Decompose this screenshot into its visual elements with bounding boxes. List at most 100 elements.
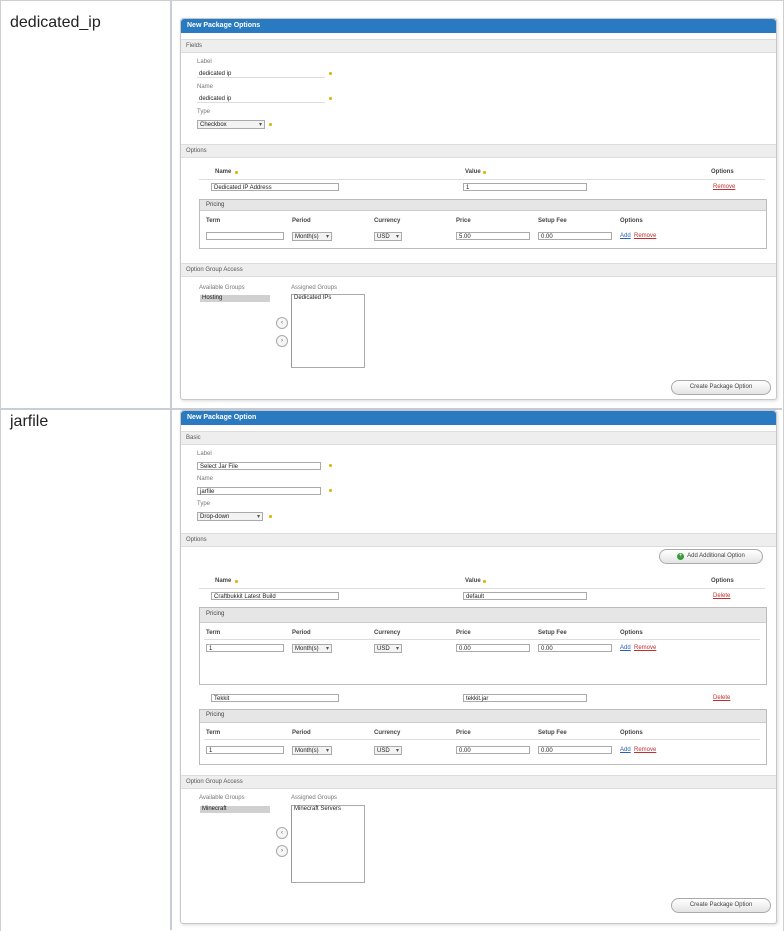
pricing-col-period: Period (292, 730, 311, 736)
create-package-option-button[interactable]: Create Package Option (671, 380, 771, 395)
pricing-title: Pricing (206, 611, 225, 617)
pricing-col-setup: Setup Fee (538, 218, 567, 224)
move-left-icon[interactable]: ‹ (276, 317, 288, 329)
add-additional-option-button[interactable]: + Add Additional Option (659, 549, 763, 564)
label-field[interactable]: dedicated ip (197, 70, 325, 78)
pricing-col-price: Price (456, 730, 471, 736)
pricing-term-input[interactable] (206, 232, 284, 240)
option-name-input[interactable]: Craftbukkit Latest Build (211, 592, 339, 600)
divider (199, 588, 765, 589)
assigned-groups-label: Assigned Groups (291, 795, 338, 801)
required-icon (269, 123, 272, 126)
move-left-icon[interactable]: ‹ (276, 827, 288, 839)
type-select[interactable]: Checkbox (197, 120, 265, 129)
required-icon (329, 489, 332, 492)
column-header-value: Value (465, 169, 481, 175)
panel-title: New Package Option (181, 411, 776, 425)
available-groups-list[interactable]: Minecraft (199, 805, 271, 883)
pricing-col-term: Term (206, 630, 221, 636)
pricing-col-options: Options (620, 218, 643, 224)
pricing-price-input[interactable]: 0.00 (456, 746, 530, 754)
pricing-add-link[interactable]: Add (620, 233, 631, 239)
option-value-input[interactable]: default (463, 592, 587, 600)
section-group-access: Option Group Access (181, 775, 776, 789)
pricing-col-period: Period (292, 630, 311, 636)
option-name-input[interactable]: Tekkit (211, 694, 339, 702)
pricing-col-price: Price (456, 630, 471, 636)
section-fields: Fields (181, 39, 776, 53)
pricing-box: Pricing Term Period Currency Price Setup… (199, 607, 767, 685)
column-header-options: Options (711, 578, 734, 584)
pricing-col-period: Period (292, 218, 311, 224)
list-item[interactable]: Dedicated IPs (292, 295, 364, 302)
type-field-label: Type (197, 109, 211, 115)
divider (199, 179, 765, 180)
required-icon (329, 72, 332, 75)
pricing-term-input[interactable]: 1 (206, 644, 284, 652)
available-groups-list[interactable]: Hosting (199, 294, 271, 368)
create-package-option-button[interactable]: Create Package Option (671, 898, 771, 913)
pricing-col-term: Term (206, 730, 221, 736)
label-field-label: Label (197, 451, 212, 457)
column-header-options: Options (711, 169, 734, 175)
pricing-remove-link[interactable]: Remove (634, 233, 656, 239)
name-field[interactable]: dedicated ip (197, 95, 325, 103)
move-right-icon[interactable]: › (276, 335, 288, 347)
remove-option-link[interactable]: Remove (713, 184, 735, 190)
delete-option-link[interactable]: Delete (713, 695, 730, 701)
pricing-setup-input[interactable]: 0.00 (538, 746, 612, 754)
pricing-col-term: Term (206, 218, 221, 224)
name-field[interactable]: jarfile (197, 487, 321, 495)
required-icon (483, 171, 486, 174)
pricing-remove-link[interactable]: Remove (634, 645, 656, 651)
label-field[interactable]: Select Jar File (197, 462, 321, 470)
pricing-box: Pricing Term Period Currency Price Setup… (199, 199, 767, 249)
list-item[interactable]: Minecraft Servers (292, 806, 364, 813)
pricing-currency-select[interactable]: USD (374, 644, 402, 653)
pricing-term-input[interactable]: 1 (206, 746, 284, 754)
plus-icon: + (677, 553, 685, 560)
required-icon (235, 171, 238, 174)
required-icon (329, 464, 332, 467)
available-groups-label: Available Groups (199, 795, 245, 801)
required-icon (483, 580, 486, 583)
pricing-price-input[interactable]: 5.00 (456, 232, 530, 240)
type-select[interactable]: Drop-down (197, 512, 263, 521)
pricing-remove-link[interactable]: Remove (634, 747, 656, 753)
pricing-period-select[interactable]: Month(s) (292, 746, 332, 755)
pricing-col-setup: Setup Fee (538, 630, 567, 636)
pricing-box: Pricing Term Period Currency Price Setup… (199, 709, 767, 765)
name-field-label: Name (197, 84, 214, 90)
column-divider (170, 0, 172, 930)
delete-option-link[interactable]: Delete (713, 593, 730, 599)
pricing-title: Pricing (206, 202, 225, 208)
pricing-currency-select[interactable]: USD (374, 232, 402, 241)
assigned-groups-list[interactable]: Dedicated IPs (291, 294, 365, 368)
package-option-panel: New Package Option Basic Label Select Ja… (180, 410, 777, 924)
pricing-period-select[interactable]: Month(s) (292, 232, 332, 241)
option-name-input[interactable]: Dedicated IP Address (211, 183, 339, 191)
option-value-input[interactable]: tekkit.jar (463, 694, 587, 702)
list-item[interactable]: Hosting (200, 295, 270, 302)
row-label: dedicated_ip (10, 14, 101, 31)
pricing-period-select[interactable]: Month(s) (292, 644, 332, 653)
pricing-add-link[interactable]: Add (620, 645, 631, 651)
assigned-groups-list[interactable]: Minecraft Servers (291, 805, 365, 883)
section-options: Options (181, 533, 776, 547)
pricing-setup-input[interactable]: 0.00 (538, 232, 612, 240)
pricing-currency-select[interactable]: USD (374, 746, 402, 755)
available-groups-label: Available Groups (199, 285, 245, 291)
pricing-setup-input[interactable]: 0.00 (538, 644, 612, 652)
pricing-col-price: Price (456, 218, 471, 224)
pricing-col-options: Options (620, 730, 643, 736)
pricing-col-currency: Currency (374, 218, 401, 224)
list-item[interactable]: Minecraft (200, 806, 270, 813)
required-icon (235, 580, 238, 583)
pricing-add-link[interactable]: Add (620, 747, 631, 753)
column-header-name: Name (215, 169, 232, 175)
pricing-price-input[interactable]: 0.00 (456, 644, 530, 652)
pricing-col-currency: Currency (374, 630, 401, 636)
option-value-input[interactable]: 1 (463, 183, 587, 191)
label-field-label: Label (197, 59, 212, 65)
move-right-icon[interactable]: › (276, 845, 288, 857)
